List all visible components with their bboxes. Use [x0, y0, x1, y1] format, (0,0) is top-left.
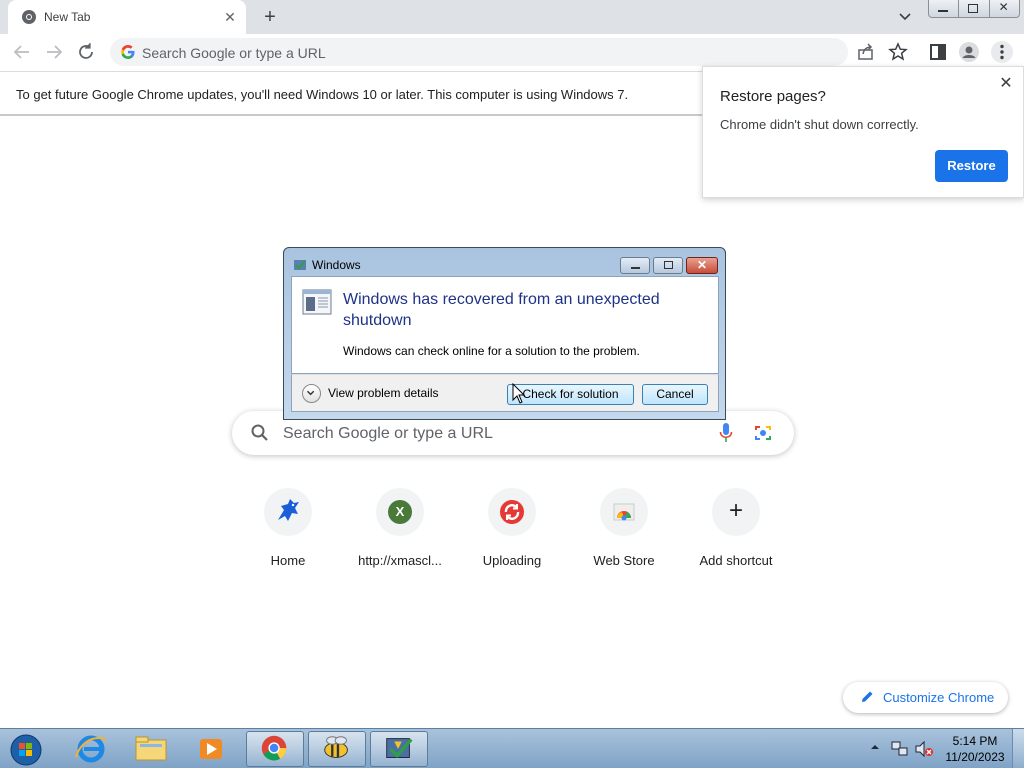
add-shortcut-button[interactable]: + Add shortcut — [680, 488, 792, 578]
search-icon — [251, 424, 268, 441]
start-orb-icon[interactable] — [0, 731, 50, 767]
shortcut-xmascl[interactable]: X http://xmascl... — [344, 488, 456, 578]
network-icon[interactable] — [890, 740, 910, 758]
windows-recovery-dialog: Windows ✕ Windows has recovered from an … — [283, 247, 726, 420]
customize-chrome-button[interactable]: Customize Chrome — [843, 682, 1008, 713]
expand-chevron-icon[interactable] — [302, 384, 321, 403]
windows-taskbar: 5:14 PM 11/20/2023 — [0, 728, 1024, 768]
dialog-minimize-button[interactable] — [620, 257, 650, 274]
shortcut-label: Add shortcut — [699, 553, 773, 568]
view-problem-details-link[interactable]: View problem details — [328, 386, 439, 400]
clock-time: 5:14 PM — [952, 734, 998, 748]
taskbar-problem-reports-button[interactable] — [370, 731, 428, 767]
google-lens-camera-icon[interactable] — [753, 423, 773, 443]
omnibox[interactable]: Search Google or type a URL — [110, 38, 848, 66]
tab-new-tab[interactable]: New Tab ✕ — [8, 0, 246, 34]
tab-search-chevron-icon[interactable] — [894, 7, 916, 27]
ntp-search-placeholder: Search Google or type a URL — [283, 425, 493, 442]
restore-pages-bubble: Restore pages? Chrome didn't shut down c… — [702, 66, 1024, 198]
tray-expand-arrow-icon[interactable] — [870, 742, 880, 752]
shortcut-home[interactable]: Home — [232, 488, 344, 578]
x-letter-icon: X — [388, 500, 412, 524]
plus-icon: + — [728, 497, 743, 524]
shortcut-icon-circle: + — [712, 488, 760, 536]
dialog-headline: Windows has recovered from an unexpected… — [343, 291, 660, 329]
bookmark-star-icon[interactable] — [886, 40, 910, 64]
shortcut-icon-circle — [264, 488, 312, 536]
shortcut-label: Web Store — [593, 553, 655, 568]
minimize-window-button[interactable] — [929, 0, 960, 17]
reload-icon[interactable] — [73, 39, 99, 65]
shortcut-label: Uploading — [482, 553, 542, 568]
cancel-button[interactable]: Cancel — [642, 384, 708, 405]
new-tab-button[interactable]: + — [258, 6, 282, 28]
infobar-message: To get future Google Chrome updates, you… — [16, 87, 629, 102]
mouse-cursor-icon — [512, 383, 526, 404]
voice-search-mic-icon[interactable] — [718, 422, 734, 444]
restore-button[interactable]: Restore — [935, 150, 1008, 182]
chrome-menu-kebab-icon[interactable] — [990, 40, 1014, 64]
profile-avatar-icon[interactable] — [957, 40, 981, 64]
dialog-maximize-button[interactable] — [653, 257, 683, 274]
problem-reports-app-icon — [294, 260, 306, 270]
omnibox-placeholder: Search Google or type a URL — [142, 45, 326, 61]
tab-strip: New Tab ✕ + ✕ — [0, 0, 1024, 34]
shortcut-uploading[interactable]: Uploading — [456, 488, 568, 578]
clock-date: 11/20/2023 — [945, 750, 1005, 764]
shortcut-web-store[interactable]: Web Store — [568, 488, 680, 578]
tab-title: New Tab — [44, 10, 91, 24]
forward-arrow-icon[interactable] — [41, 39, 67, 65]
side-panel-icon[interactable] — [926, 40, 950, 64]
share-icon[interactable] — [854, 40, 878, 64]
taskbar-bee-app-button[interactable] — [308, 731, 366, 767]
shortcut-icon-circle — [488, 488, 536, 536]
restore-bubble-title: Restore pages? — [720, 88, 826, 105]
chrome-web-store-icon — [613, 503, 635, 521]
google-g-icon — [121, 45, 135, 59]
dialog-body: Windows has recovered from an unexpected… — [291, 276, 719, 374]
maximize-window-button[interactable] — [959, 0, 990, 17]
show-desktop-button[interactable] — [1012, 729, 1024, 768]
customize-chrome-label: Customize Chrome — [883, 690, 995, 705]
chrome-icon — [261, 735, 287, 761]
restore-bubble-message: Chrome didn't shut down correctly. — [720, 117, 919, 132]
window-controls: ✕ — [928, 0, 1020, 18]
bee-icon — [324, 736, 348, 758]
volume-muted-icon[interactable] — [914, 740, 934, 758]
check-for-solution-button[interactable]: Check for solution — [507, 384, 634, 405]
back-arrow-icon[interactable] — [9, 39, 35, 65]
shortcut-icon-circle: X — [376, 488, 424, 536]
media-player-icon[interactable] — [182, 731, 240, 767]
taskbar-chrome-button[interactable] — [246, 731, 304, 767]
restore-bubble-close-icon[interactable]: ✕ — [995, 73, 1017, 95]
close-window-button[interactable]: ✕ — [990, 0, 1019, 17]
dialog-description: Windows can check online for a solution … — [343, 344, 640, 358]
recovered-window-icon — [302, 289, 332, 315]
dialog-footer: View problem details Check for solution … — [291, 374, 719, 412]
shortcut-icon-circle — [600, 488, 648, 536]
shortcut-label: Home — [270, 553, 306, 568]
shortcut-label: http://xmascl... — [358, 553, 442, 568]
internet-explorer-icon[interactable] — [62, 731, 120, 767]
problem-reports-icon — [386, 738, 413, 759]
red-sync-icon — [500, 500, 524, 524]
chrome-favicon-icon — [22, 10, 36, 24]
windows-explorer-folder-icon[interactable] — [122, 731, 180, 767]
dialog-close-button[interactable]: ✕ — [686, 257, 718, 274]
tab-close-icon[interactable]: ✕ — [220, 7, 240, 27]
pencil-icon — [862, 691, 873, 702]
blue-dragon-icon — [278, 499, 299, 521]
taskbar-clock[interactable]: 5:14 PM 11/20/2023 — [944, 733, 1006, 765]
dialog-window-title: Windows — [312, 258, 361, 272]
